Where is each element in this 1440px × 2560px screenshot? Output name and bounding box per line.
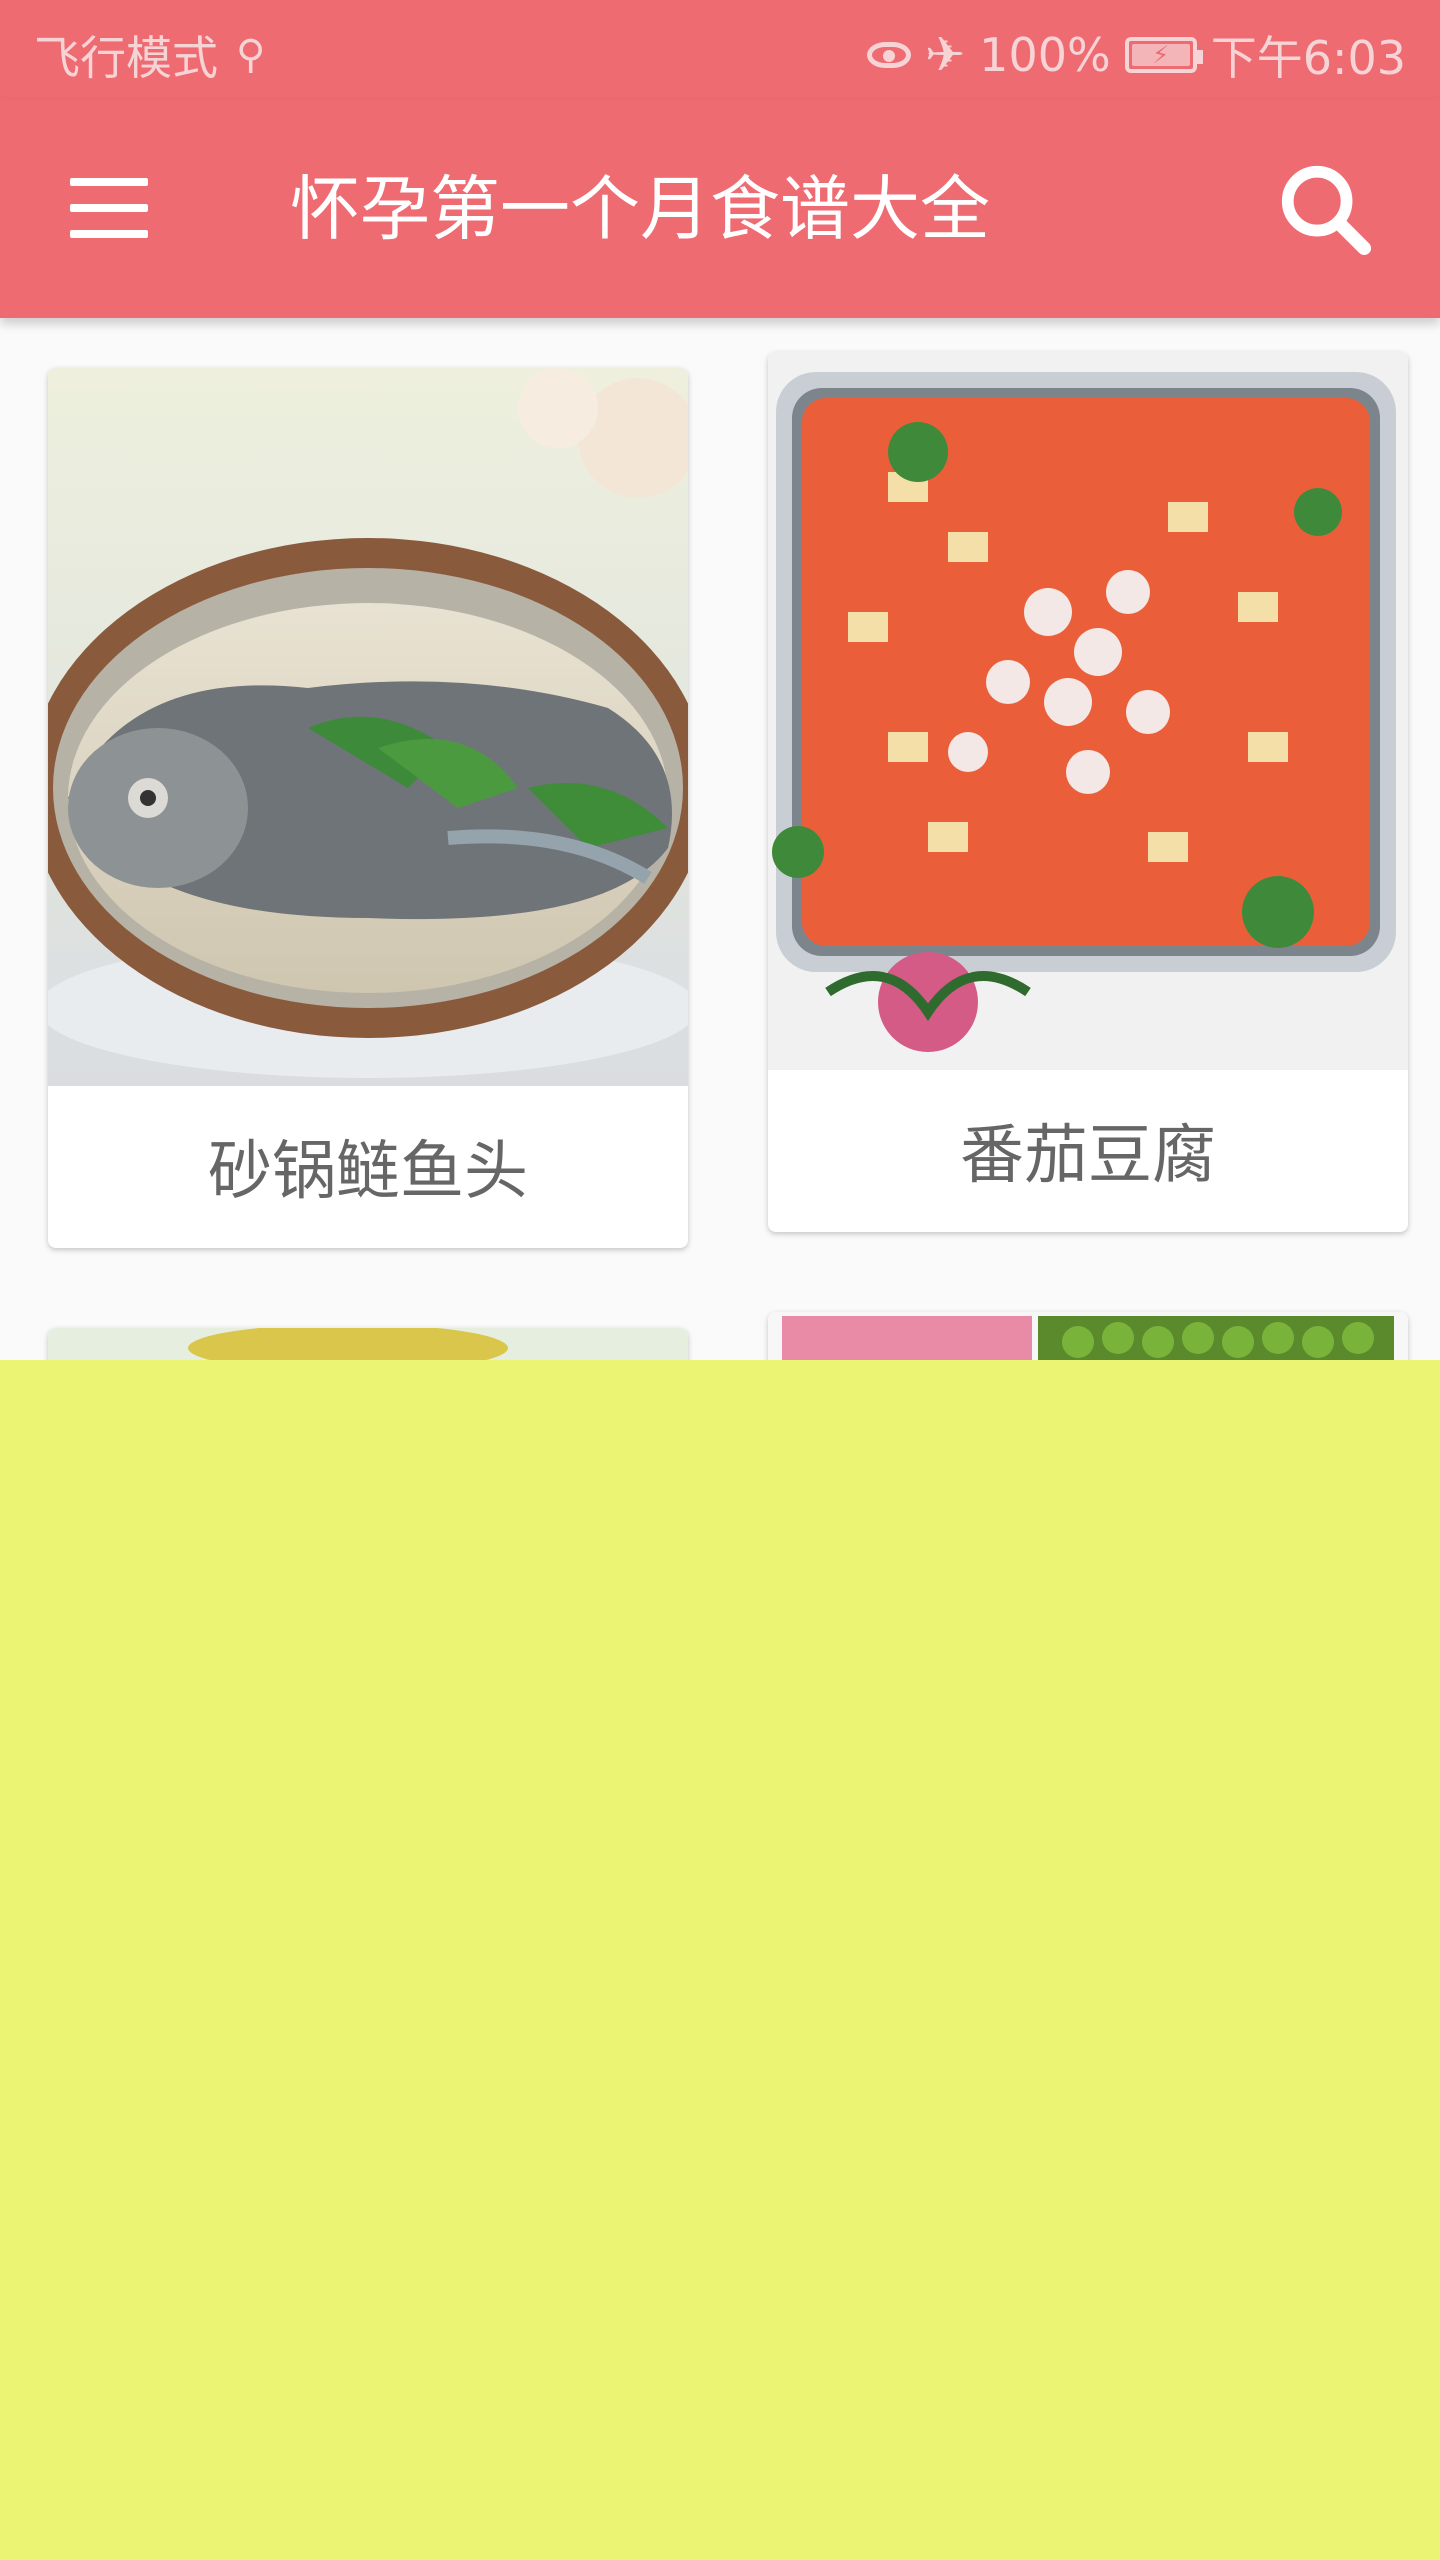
- recipe-image: [768, 352, 1408, 1070]
- app-bar: 怀孕第一个月食谱大全: [0, 100, 1440, 318]
- airplane-mode-label: 飞行模式: [34, 31, 218, 85]
- airplane-icon: ✈: [924, 27, 966, 83]
- usb-icon: ⚲: [236, 32, 266, 78]
- recipe-card[interactable]: 番茄豆腐: [768, 352, 1408, 1232]
- battery-percent: 100%: [979, 28, 1111, 82]
- recipe-grid: 砂锅鲢鱼头 番茄豆腐: [0, 318, 1440, 1528]
- search-icon[interactable]: [1276, 160, 1374, 258]
- recipe-name: 番茄豆腐: [960, 1119, 1216, 1193]
- menu-icon[interactable]: [70, 178, 152, 238]
- status-right: ✈ 100% ⚡ 下午6:03: [866, 22, 1406, 88]
- status-left: 飞行模式 ⚲: [34, 22, 265, 88]
- overlay-panel: [0, 1360, 1440, 2560]
- recipe-image: [48, 368, 688, 1086]
- status-bar: 飞行模式 ⚲ ✈ 100% ⚡ 下午6:03: [0, 0, 1440, 100]
- battery-icon: ⚡: [1124, 37, 1203, 73]
- clock: 下午6:03: [1210, 31, 1406, 85]
- page-title: 怀孕第一个月食谱大全: [290, 168, 990, 250]
- recipe-name: 砂锅鲢鱼头: [208, 1135, 528, 1209]
- recipe-card[interactable]: 砂锅鲢鱼头: [48, 368, 688, 1248]
- eye-comfort-icon: [866, 42, 911, 68]
